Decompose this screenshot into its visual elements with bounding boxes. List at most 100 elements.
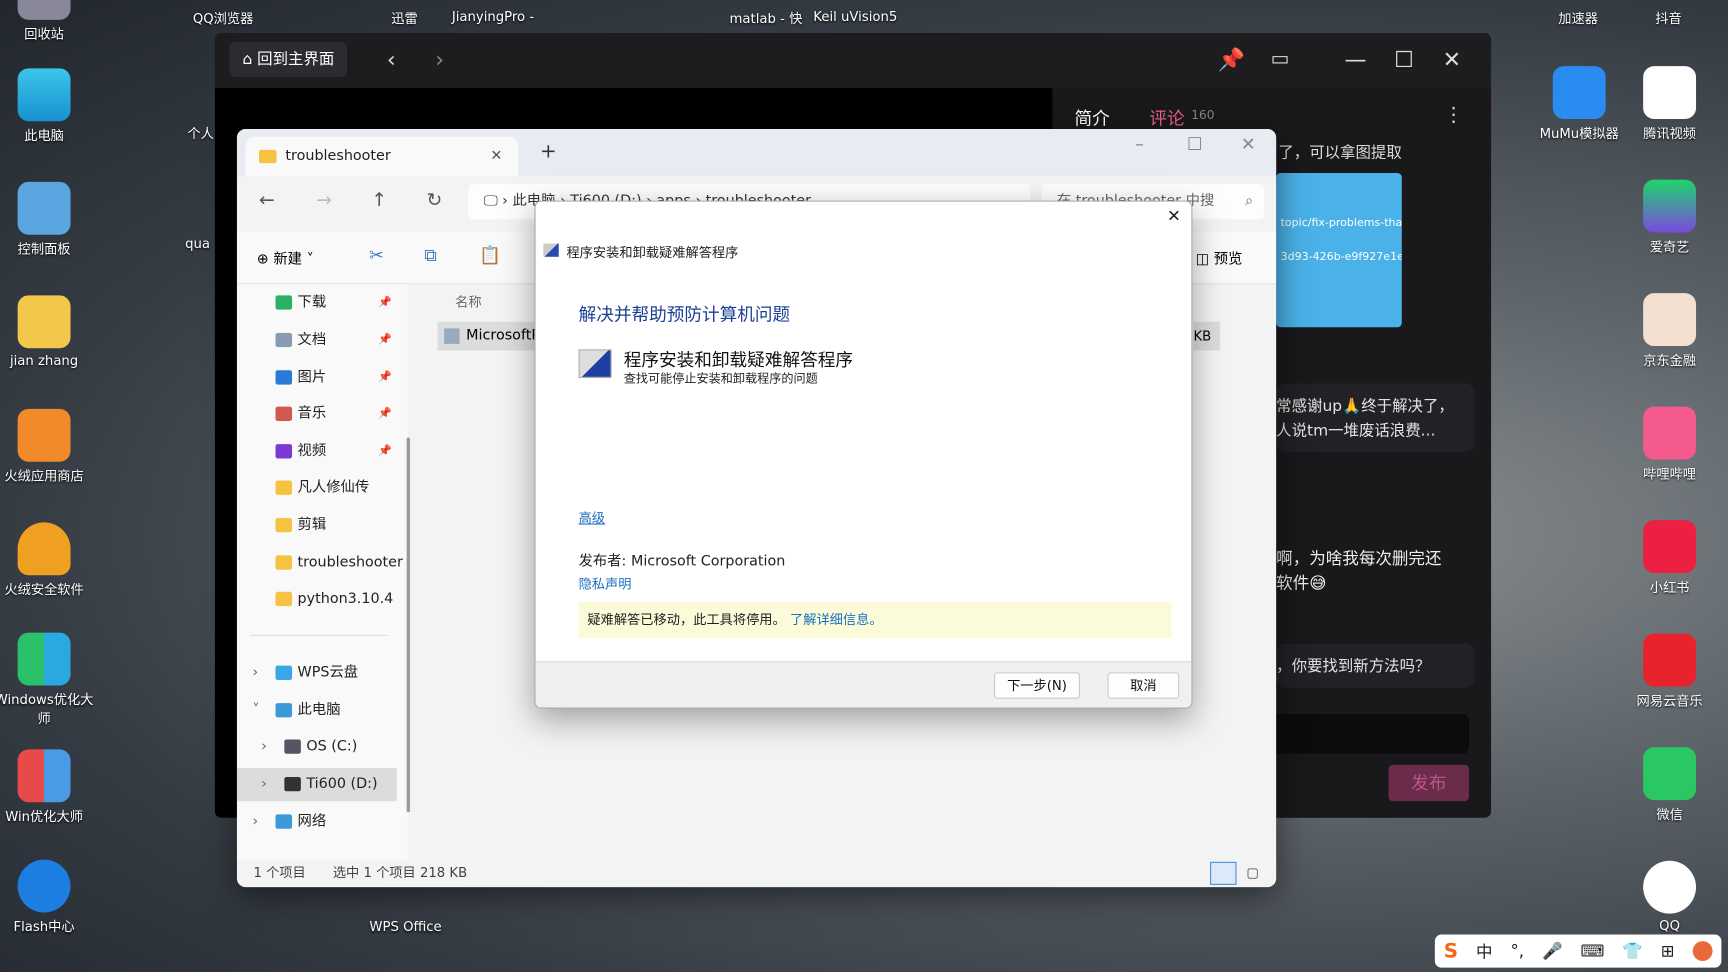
home-button[interactable]: ⌂ 回到主界面 bbox=[229, 41, 348, 78]
sidebar-item[interactable]: 凡人修仙传 bbox=[237, 472, 397, 505]
desktop-icon-xunlei[interactable]: 迅雷 bbox=[391, 9, 417, 28]
desktop-icon-qq[interactable]: QQ bbox=[1620, 860, 1719, 933]
new-button[interactable]: ⊕ 新建 ˅ bbox=[257, 247, 314, 268]
tiles-view-button[interactable]: ▢ bbox=[1246, 860, 1259, 888]
details-view-button[interactable] bbox=[1210, 861, 1237, 885]
cut-icon[interactable]: ✂ bbox=[369, 245, 384, 266]
desktop-icon-keil[interactable]: Keil uVision5 bbox=[813, 9, 897, 24]
minimize-button[interactable]: — bbox=[1344, 46, 1366, 72]
desktop-icon-jianying[interactable]: JianyingPro - bbox=[452, 9, 534, 24]
microphone-icon[interactable]: 🎤 bbox=[1542, 941, 1563, 961]
advanced-link[interactable]: 高级 bbox=[579, 508, 605, 527]
comment-item: 啊，为啥我每次删完还 软件😅 bbox=[1276, 547, 1441, 595]
desktop-icon-netease-music[interactable]: 网易云音乐 bbox=[1620, 633, 1719, 710]
desktop-icon-windows-optimizer[interactable]: Windows优化大师 bbox=[0, 632, 94, 728]
desktop-icon-win-optimizer[interactable]: Win优化大师 bbox=[0, 749, 94, 825]
sidebar-item[interactable]: › 网络 bbox=[237, 806, 397, 839]
expand-chevron-icon[interactable]: ˅ bbox=[252, 694, 259, 727]
desktop-icon-iqiyi[interactable]: 爱奇艺 bbox=[1620, 179, 1719, 256]
desktop-icon-personal[interactable]: 个人 bbox=[187, 123, 213, 142]
tab-comments[interactable]: 评论 bbox=[1149, 104, 1184, 130]
copy-icon[interactable]: ⧉ bbox=[424, 245, 437, 267]
home-icon: ⌂ bbox=[242, 50, 258, 69]
sidebar-item[interactable]: 视频 📌 bbox=[237, 435, 397, 468]
desktop-icon-wps[interactable]: WPS Office bbox=[356, 882, 455, 934]
desktop-icon-recycle-bin[interactable]: 回收站 bbox=[0, 0, 94, 43]
back-button[interactable]: ‹ bbox=[387, 46, 396, 72]
chinese-mode-toggle[interactable]: 中 bbox=[1476, 939, 1493, 962]
privacy-link[interactable]: 隐私声明 bbox=[579, 574, 632, 593]
desktop-icon-jd-finance[interactable]: 京东金融 bbox=[1620, 293, 1719, 369]
desktop-icon-wechat[interactable]: 微信 bbox=[1620, 747, 1719, 823]
tab-intro[interactable]: 简介 bbox=[1074, 104, 1109, 130]
close-button[interactable]: ✕ bbox=[1167, 206, 1181, 226]
desktop-icon-qq-browser[interactable]: QQ浏览器 bbox=[193, 9, 254, 28]
desktop-icon-user-folder[interactable]: jian zhang bbox=[0, 295, 94, 368]
new-tab-button[interactable]: + bbox=[540, 140, 557, 163]
pip-icon[interactable]: ▭ bbox=[1271, 46, 1290, 72]
sogou-logo-icon[interactable]: S bbox=[1444, 939, 1458, 962]
comment-input[interactable] bbox=[1272, 714, 1470, 754]
expand-chevron-icon[interactable]: › bbox=[261, 731, 267, 764]
keyboard-icon[interactable]: ⌨ bbox=[1580, 941, 1604, 961]
refresh-button[interactable]: ↻ bbox=[426, 190, 442, 212]
sidebar-item[interactable]: 图片 📌 bbox=[237, 361, 397, 394]
expand-chevron-icon[interactable]: › bbox=[252, 806, 258, 839]
toolbox-icon[interactable]: ⊞ bbox=[1661, 941, 1675, 961]
maximize-button[interactable]: ☐ bbox=[1187, 133, 1203, 154]
more-icon[interactable]: ⋮ bbox=[1444, 104, 1464, 127]
desktop-icon-douyin[interactable]: 抖音 bbox=[1655, 9, 1681, 28]
desktop-icon-flash[interactable]: Flash中心 bbox=[0, 859, 94, 936]
desktop-icon-huorong-store[interactable]: 火绒应用商店 bbox=[0, 408, 94, 485]
sidebar-item[interactable]: 下载 📌 bbox=[237, 287, 397, 320]
close-tab-icon[interactable]: ✕ bbox=[490, 137, 502, 177]
forward-button[interactable]: › bbox=[435, 46, 444, 72]
desktop-icon-huorong[interactable]: 火绒安全软件 bbox=[0, 522, 94, 598]
sidebar-item[interactable]: troubleshooter bbox=[237, 547, 403, 580]
sidebar-item[interactable]: › OS (C:) bbox=[237, 731, 397, 764]
next-button[interactable]: 下一步(N) bbox=[994, 672, 1080, 699]
preview-button[interactable]: ◫ 预览 bbox=[1196, 247, 1243, 268]
sidebar-scrollbar[interactable] bbox=[406, 437, 410, 813]
comment-count: 160 bbox=[1191, 107, 1215, 123]
close-button[interactable]: ✕ bbox=[1241, 133, 1256, 154]
desktop-icon-qua[interactable]: qua bbox=[185, 236, 210, 251]
desktop-icon-matlab[interactable]: matlab - 快 bbox=[730, 9, 803, 28]
tab-troubleshooter[interactable]: troubleshooter ✕ bbox=[245, 136, 518, 177]
punctuation-toggle[interactable]: °, bbox=[1511, 941, 1525, 961]
sidebar-item[interactable]: python3.10.4 bbox=[237, 583, 397, 616]
desktop-icon-control-panel[interactable]: 控制面板 bbox=[0, 181, 94, 258]
sidebar-item[interactable]: ˅ 此电脑 bbox=[237, 694, 397, 727]
avatar[interactable] bbox=[1692, 941, 1713, 961]
sidebar-item[interactable]: 剪辑 bbox=[237, 509, 397, 542]
comment-image[interactable]: topic/fix-problems-that-block-pr 3d93-426… bbox=[1276, 173, 1402, 328]
pin-icon[interactable]: 📌 bbox=[1218, 46, 1245, 72]
expand-chevron-icon[interactable]: › bbox=[252, 657, 258, 690]
icon-label: Win优化大师 bbox=[5, 808, 83, 825]
cancel-button[interactable]: 取消 bbox=[1107, 672, 1180, 699]
desktop-icon-accelerator[interactable]: 加速器 bbox=[1558, 9, 1598, 28]
skin-icon[interactable]: 👕 bbox=[1622, 941, 1643, 961]
sidebar-item[interactable]: › Ti600 (D:) bbox=[236, 768, 397, 802]
comment-text: 人说tm一堆废话浪费... bbox=[1276, 422, 1436, 440]
desktop-icon-mumu[interactable]: MuMu模拟器 bbox=[1530, 66, 1629, 142]
publish-button[interactable]: 发布 bbox=[1388, 764, 1470, 802]
desktop-icon-tencent-video[interactable]: 腾讯视频 bbox=[1620, 66, 1719, 142]
forward-button[interactable]: → bbox=[316, 190, 332, 212]
desktop-icon-this-pc[interactable]: 此电脑 bbox=[0, 68, 94, 144]
paste-icon[interactable]: 📋 bbox=[479, 245, 501, 266]
item-title[interactable]: 程序安装和卸载疑难解答程序 bbox=[624, 345, 853, 371]
desktop-icon-bilibili[interactable]: 哔哩哔哩 bbox=[1620, 406, 1719, 483]
up-button[interactable]: ↑ bbox=[371, 190, 387, 212]
expand-chevron-icon[interactable]: › bbox=[261, 768, 267, 801]
minimize-button[interactable]: – bbox=[1135, 133, 1144, 154]
sidebar-item[interactable]: 文档 📌 bbox=[237, 324, 397, 357]
learn-more-link[interactable]: 了解详细信息。 bbox=[790, 612, 883, 627]
close-button[interactable]: ✕ bbox=[1443, 46, 1461, 72]
back-button[interactable]: ← bbox=[259, 190, 275, 212]
sidebar-item[interactable]: 音乐 📌 bbox=[237, 398, 397, 431]
column-header-name[interactable]: 名称 bbox=[455, 292, 481, 311]
sidebar-item[interactable]: › WPS云盘 bbox=[237, 657, 397, 690]
maximize-button[interactable]: ☐ bbox=[1394, 46, 1414, 72]
desktop-icon-xiaohongshu[interactable]: 小红书 bbox=[1620, 520, 1719, 596]
